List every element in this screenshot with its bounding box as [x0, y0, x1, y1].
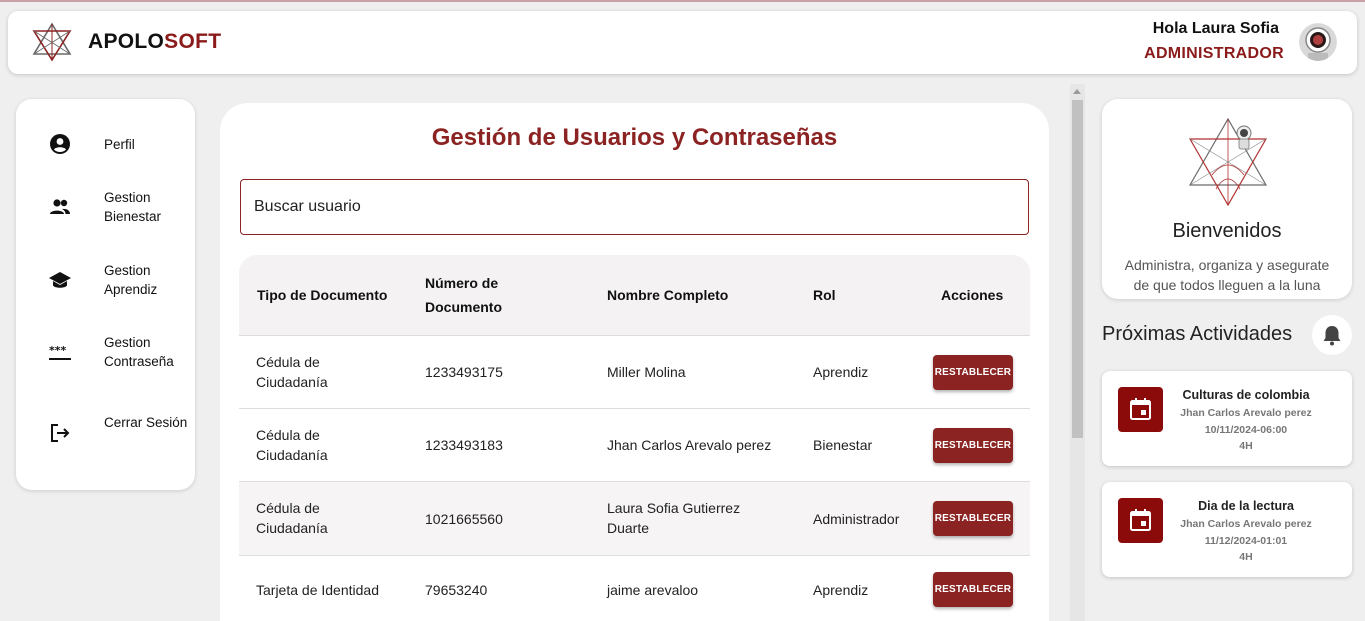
table-row: Cédula de Ciudadanía 1233493183 Jhan Car… [239, 408, 1030, 481]
sidebar: Perfil Gestion Bienestar Gestion Aprendi… [16, 99, 195, 490]
restablecer-button[interactable]: RESTABLECER [933, 428, 1013, 463]
activity-name: Culturas de colombia [1182, 388, 1310, 402]
cell-nombre: Jhan Carlos Arevalo perez [607, 437, 772, 453]
top-header: APOLOSOFT Hola Laura Sofia ADMINISTRADOR [8, 11, 1357, 74]
sidebar-item-cerrar-sesion[interactable]: Cerrar Sesión [16, 408, 195, 458]
cell-numero: 1233493175 [425, 364, 503, 380]
main-panel: Gestión de Usuarios y Contraseñas Tipo d… [220, 103, 1049, 621]
restablecer-button[interactable]: RESTABLECER [933, 355, 1013, 390]
cell-nombre: jaime arevaloo [607, 582, 699, 598]
column-header-acciones: Acciones [941, 287, 1004, 303]
logout-icon [51, 424, 70, 442]
cell-tipo: Tarjeta de Identidad [256, 582, 379, 598]
brand-name: APOLOSOFT [88, 30, 221, 54]
sidebar-item-gestion-bienestar[interactable]: Gestion Bienestar [16, 183, 195, 233]
avatar[interactable] [1299, 23, 1337, 61]
activity-date: 10/11/2024-06:00 [1204, 424, 1288, 436]
sidebar-item-label: Cerrar Sesión [104, 415, 188, 430]
search-input[interactable] [240, 179, 1029, 235]
cell-rol: Administrador [813, 511, 900, 527]
page-title: Gestión de Usuarios y Contraseñas [431, 124, 838, 151]
group-icon [50, 199, 70, 214]
brand-part-1: APOLO [88, 30, 165, 53]
table-header: Tipo de Documento Número de Documento No… [239, 255, 1030, 335]
restablecer-button[interactable]: RESTABLECER [933, 572, 1013, 607]
scroll-thumb[interactable] [1072, 100, 1083, 438]
activity-author: Jhan Carlos Arevalo perez [1180, 407, 1312, 419]
cell-nombre: Miller Molina [607, 364, 686, 380]
activity-author: Jhan Carlos Arevalo perez [1180, 518, 1312, 530]
column-header-tipo: Tipo de Documento [257, 287, 388, 303]
user-greeting: Hola Laura Sofia [1152, 20, 1279, 37]
password-icon: *** [49, 344, 71, 360]
welcome-title: Bienvenidos [1172, 220, 1282, 242]
activity-card[interactable]: Culturas de colombia Jhan Carlos Arevalo… [1102, 371, 1352, 466]
sidebar-item-gestion-aprendiz[interactable]: Gestion Aprendiz [16, 256, 195, 306]
users-table: Tipo de Documento Número de Documento No… [239, 255, 1030, 621]
school-icon [49, 272, 71, 288]
sidebar-item-perfil[interactable]: Perfil [16, 119, 195, 169]
cell-tipo: Cédula de Ciudadanía [256, 427, 328, 463]
cell-rol: Aprendiz [813, 582, 869, 598]
column-header-nombre: Nombre Completo [607, 287, 729, 303]
table-row: Cédula de Ciudadanía 1233493175 Miller M… [239, 335, 1030, 408]
column-header-numero: Número de Documento [425, 275, 502, 315]
activity-duration: 4H [1239, 440, 1253, 452]
account-circle-icon [50, 134, 70, 154]
sidebar-item-label: Perfil [104, 137, 135, 152]
brand-part-2: SOFT [164, 30, 222, 53]
activity-name: Dia de la lectura [1198, 499, 1294, 513]
apolosoft-astronaut-logo-icon [1188, 117, 1268, 207]
activity-icon-box [1118, 498, 1163, 543]
table-row: Tarjeta de Identidad 79653240 jaime arev… [239, 555, 1030, 621]
page-scrollbar[interactable] [1070, 84, 1085, 621]
cell-rol: Bienestar [813, 437, 873, 453]
cell-nombre: Laura Sofia Gutierrez Duarte [607, 500, 741, 536]
notifications-button[interactable] [1312, 315, 1352, 355]
user-role: ADMINISTRADOR [1144, 45, 1284, 62]
activity-icon-box [1118, 387, 1163, 432]
cell-numero: 1233493183 [425, 437, 503, 453]
calendar-event-icon [1130, 398, 1151, 420]
activities-title: Próximas Actividades [1102, 323, 1293, 345]
scroll-up-arrow-icon[interactable] [1073, 89, 1081, 94]
column-header-rol: Rol [813, 287, 836, 303]
cell-tipo: Cédula de Ciudadanía [256, 354, 328, 390]
welcome-text: Administra, organiza y asegurate de que … [1124, 257, 1330, 293]
astronaut-avatar-icon [1299, 23, 1337, 61]
sidebar-item-gestion-contrasena[interactable]: *** Gestion Contraseña [16, 328, 195, 378]
bell-icon [1323, 326, 1341, 346]
welcome-card: Bienvenidos Administra, organiza y asegu… [1102, 99, 1352, 299]
sidebar-item-label: Gestion Aprendiz [104, 263, 158, 297]
cell-rol: Aprendiz [813, 364, 869, 380]
cell-tipo: Cédula de Ciudadanía [256, 500, 328, 536]
sidebar-item-label: Gestion Bienestar [104, 190, 162, 224]
restablecer-button[interactable]: RESTABLECER [933, 501, 1013, 536]
table-row: Cédula de Ciudadanía 1021665560 Laura So… [239, 481, 1030, 555]
sidebar-item-label: Gestion Contraseña [104, 335, 174, 369]
cell-numero: 79653240 [425, 582, 488, 598]
apolosoft-logo-icon [32, 22, 72, 62]
calendar-event-icon [1130, 509, 1151, 531]
activity-date: 11/12/2024-01:01 [1204, 535, 1288, 547]
activity-duration: 4H [1239, 551, 1253, 563]
svg-text:***: *** [49, 344, 67, 357]
cell-numero: 1021665560 [425, 511, 503, 527]
activity-card[interactable]: Dia de la lectura Jhan Carlos Arevalo pe… [1102, 482, 1352, 577]
